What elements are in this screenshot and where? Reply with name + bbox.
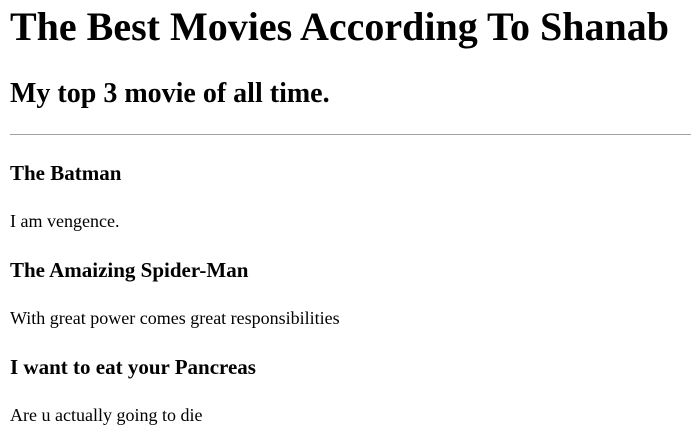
page-subtitle: My top 3 movie of all time.	[10, 78, 330, 109]
movie-title-2: The Amaizing Spider-Man	[10, 258, 249, 282]
movie-title-1: The Batman	[10, 161, 122, 185]
movie-description-3: Are u actually going to die	[10, 405, 203, 425]
horizontal-rule	[10, 134, 691, 135]
page-title: The Best Movies According To Shanab	[10, 4, 670, 49]
movie-title-3: I want to eat your Pancreas	[10, 355, 256, 379]
movie-description-2: With great power comes great responsibil…	[10, 308, 340, 328]
movie-description-1: I am vengence.	[10, 211, 120, 231]
